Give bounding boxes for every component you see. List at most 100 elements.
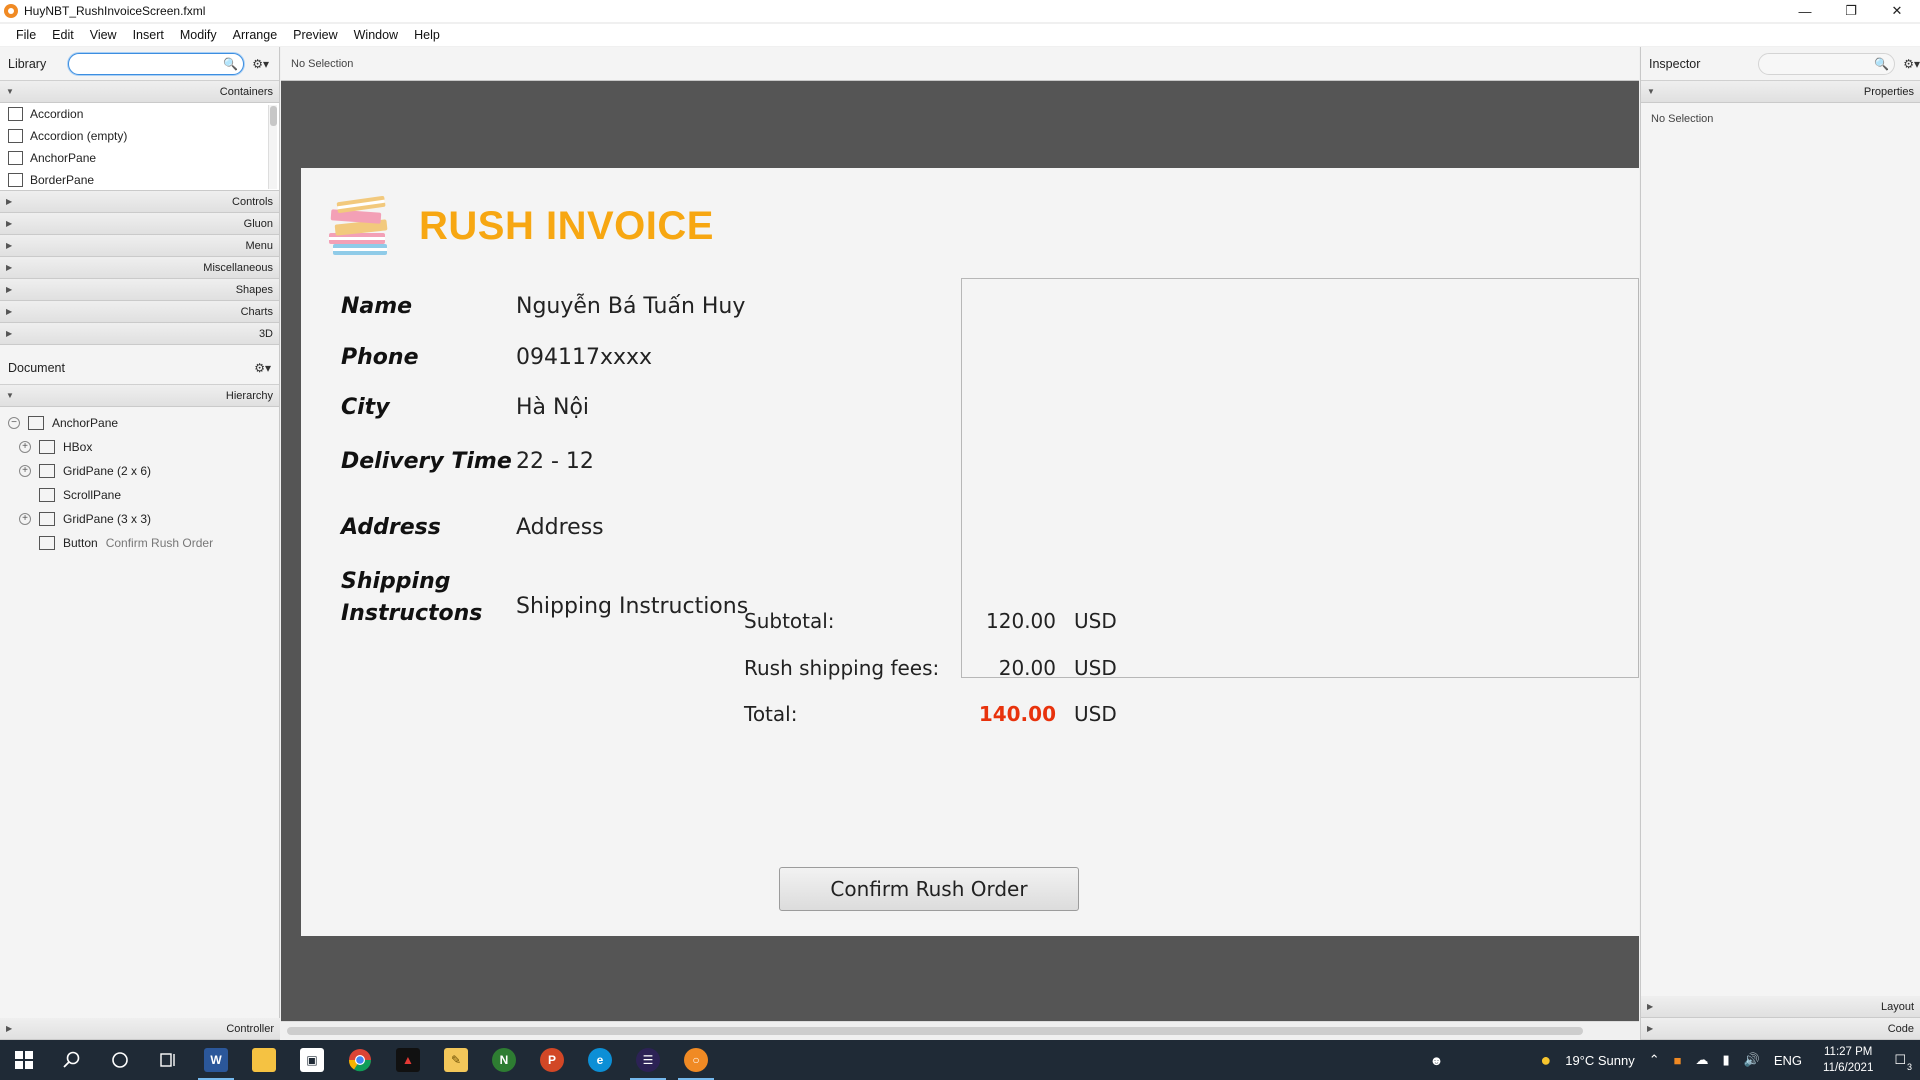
section-charts[interactable]: ▶ Charts <box>0 301 279 323</box>
close-button[interactable]: ✕ <box>1874 0 1920 22</box>
weather-text[interactable]: 19°C Sunny <box>1565 1053 1635 1068</box>
expand-icon[interactable]: + <box>19 513 31 525</box>
volume-icon[interactable]: 🔊 <box>1744 1052 1760 1068</box>
tree-node[interactable]: + GridPane (3 x 3) <box>0 507 279 531</box>
menu-modify[interactable]: Modify <box>180 28 217 42</box>
section-containers[interactable]: ▼ Containers <box>0 81 279 103</box>
expand-arrow-icon: ▶ <box>6 1024 13 1033</box>
sun-icon: ● <box>1540 1049 1552 1070</box>
section-hierarchy[interactable]: ▼ Hierarchy <box>0 385 279 407</box>
section-label: 3D <box>258 327 273 340</box>
section-gluon[interactable]: ▶ Gluon <box>0 213 279 235</box>
list-item[interactable]: Accordion (empty) <box>0 125 279 147</box>
menu-file[interactable]: File <box>16 28 36 42</box>
scrollbar[interactable] <box>268 105 277 189</box>
task-view-icon[interactable] <box>144 1040 192 1080</box>
gear-icon[interactable]: ⚙▾ <box>1903 57 1920 71</box>
expand-icon[interactable]: + <box>19 441 31 453</box>
battery-icon[interactable]: ▮ <box>1723 1052 1730 1068</box>
list-item[interactable]: Accordion <box>0 103 279 125</box>
hierarchy-tree: − AnchorPane + HBox + GridPane (2 x 6) S… <box>0 407 279 555</box>
search-icon[interactable]: 🔍 <box>1874 57 1889 71</box>
invoice-pane[interactable]: RUSH INVOICE Name Nguyễn Bá Tuấn Huy Pho… <box>301 168 1639 936</box>
windows-start-icon[interactable] <box>0 1040 48 1080</box>
menu-window[interactable]: Window <box>354 28 398 42</box>
collapse-icon[interactable]: − <box>8 417 20 429</box>
tree-node[interactable]: + GridPane (2 x 6) <box>0 459 279 483</box>
powerpoint-icon[interactable]: P <box>528 1040 576 1080</box>
tree-node[interactable]: − AnchorPane <box>0 411 279 435</box>
menu-insert[interactable]: Insert <box>133 28 164 42</box>
tree-node[interactable]: + HBox <box>0 435 279 459</box>
chrome-icon[interactable] <box>336 1040 384 1080</box>
section-controller[interactable]: ▶ Controller <box>0 1018 280 1040</box>
tree-node[interactable]: Button Confirm Rush Order <box>0 531 279 555</box>
expand-icon[interactable]: + <box>19 465 31 477</box>
eclipse-icon[interactable]: ☰ <box>624 1040 672 1080</box>
search-icon[interactable] <box>48 1040 96 1080</box>
scene-builder-icon[interactable]: ○ <box>672 1040 720 1080</box>
notes-icon[interactable]: ✎ <box>432 1040 480 1080</box>
tray-app-icon[interactable]: ■ <box>1674 1053 1682 1068</box>
menu-view[interactable]: View <box>90 28 117 42</box>
network-icon[interactable]: ☁ <box>1696 1052 1709 1068</box>
expand-arrow-icon: ▶ <box>6 307 13 316</box>
confirm-rush-order-button[interactable]: Confirm Rush Order <box>779 867 1079 911</box>
node-label: GridPane (3 x 3) <box>63 512 152 526</box>
total-value: 140.00 <box>978 702 1056 726</box>
menu-edit[interactable]: Edit <box>52 28 74 42</box>
phone-label: Phone <box>341 345 419 370</box>
section-3d[interactable]: ▶ 3D <box>0 323 279 345</box>
section-miscellaneous[interactable]: ▶ Miscellaneous <box>0 257 279 279</box>
title-bar: HuyNBT_RushInvoiceScreen.fxml — ❐ ✕ <box>0 0 1920 22</box>
phone-value: 094117xxxx <box>516 345 653 370</box>
list-item[interactable]: AnchorPane <box>0 147 279 169</box>
gear-icon[interactable]: ⚙▾ <box>252 57 269 71</box>
expand-arrow-icon: ▶ <box>6 329 13 338</box>
store-icon[interactable]: ▣ <box>288 1040 336 1080</box>
search-icon[interactable]: 🔍 <box>223 57 238 71</box>
name-label: Name <box>341 294 413 319</box>
shipping-label-line2: Instructons <box>341 601 483 626</box>
document-title: Document <box>8 360 65 375</box>
section-shapes[interactable]: ▶ Shapes <box>0 279 279 301</box>
tree-node[interactable]: ScrollPane <box>0 483 279 507</box>
address-value: Address <box>516 515 604 540</box>
section-properties[interactable]: ▼ Properties <box>1641 81 1920 103</box>
language-indicator[interactable]: ENG <box>1774 1053 1802 1068</box>
scroll-pane[interactable] <box>961 278 1639 678</box>
shipping-label-line1: Shipping <box>341 569 451 594</box>
collapse-arrow-icon: ▼ <box>1647 87 1655 96</box>
word-icon[interactable]: W <box>192 1040 240 1080</box>
menu-preview[interactable]: Preview <box>293 28 337 42</box>
node-label: GridPane (2 x 6) <box>63 464 152 478</box>
app-n-icon[interactable]: N <box>480 1040 528 1080</box>
chevron-up-icon[interactable]: ⌃ <box>1649 1052 1660 1068</box>
app-icon <box>4 4 18 18</box>
scroll-thumb[interactable] <box>287 1027 1583 1035</box>
file-explorer-icon[interactable] <box>240 1040 288 1080</box>
edge-icon[interactable]: e <box>576 1040 624 1080</box>
horizontal-scrollbar[interactable] <box>281 1021 1639 1040</box>
cortana-icon[interactable] <box>96 1040 144 1080</box>
section-controls[interactable]: ▶ Controls <box>0 191 279 213</box>
list-item[interactable]: BorderPane <box>0 169 279 190</box>
library-search-input[interactable] <box>77 53 228 74</box>
clock[interactable]: 11:27 PM 11/6/2021 <box>1823 1044 1873 1076</box>
menu-arrange[interactable]: Arrange <box>233 28 277 42</box>
section-code[interactable]: ▶ Code <box>1641 1018 1920 1040</box>
gear-icon[interactable]: ⚙▾ <box>254 361 271 375</box>
people-icon[interactable]: ☻ <box>1430 1053 1444 1068</box>
game-launcher-icon[interactable]: ▲ <box>384 1040 432 1080</box>
minimize-button[interactable]: — <box>1782 0 1828 22</box>
notifications-icon[interactable]: ☐ 3 <box>1894 1052 1912 1072</box>
inspector-title: Inspector <box>1649 56 1701 71</box>
section-menu[interactable]: ▶ Menu <box>0 235 279 257</box>
section-layout[interactable]: ▶ Layout <box>1641 996 1920 1018</box>
taskbar: W ▣ ▲ ✎ N P e ☰ ○ ☻ ● 19°C Sunny ⌃ ■ ☁ ▮… <box>0 1040 1920 1080</box>
restore-button[interactable]: ❐ <box>1828 0 1874 22</box>
inspector-search[interactable]: 🔍 <box>1758 52 1896 75</box>
subtotal-value: 120.00 <box>986 609 1056 633</box>
menu-help[interactable]: Help <box>414 28 440 42</box>
section-label: Gluon <box>243 217 273 230</box>
